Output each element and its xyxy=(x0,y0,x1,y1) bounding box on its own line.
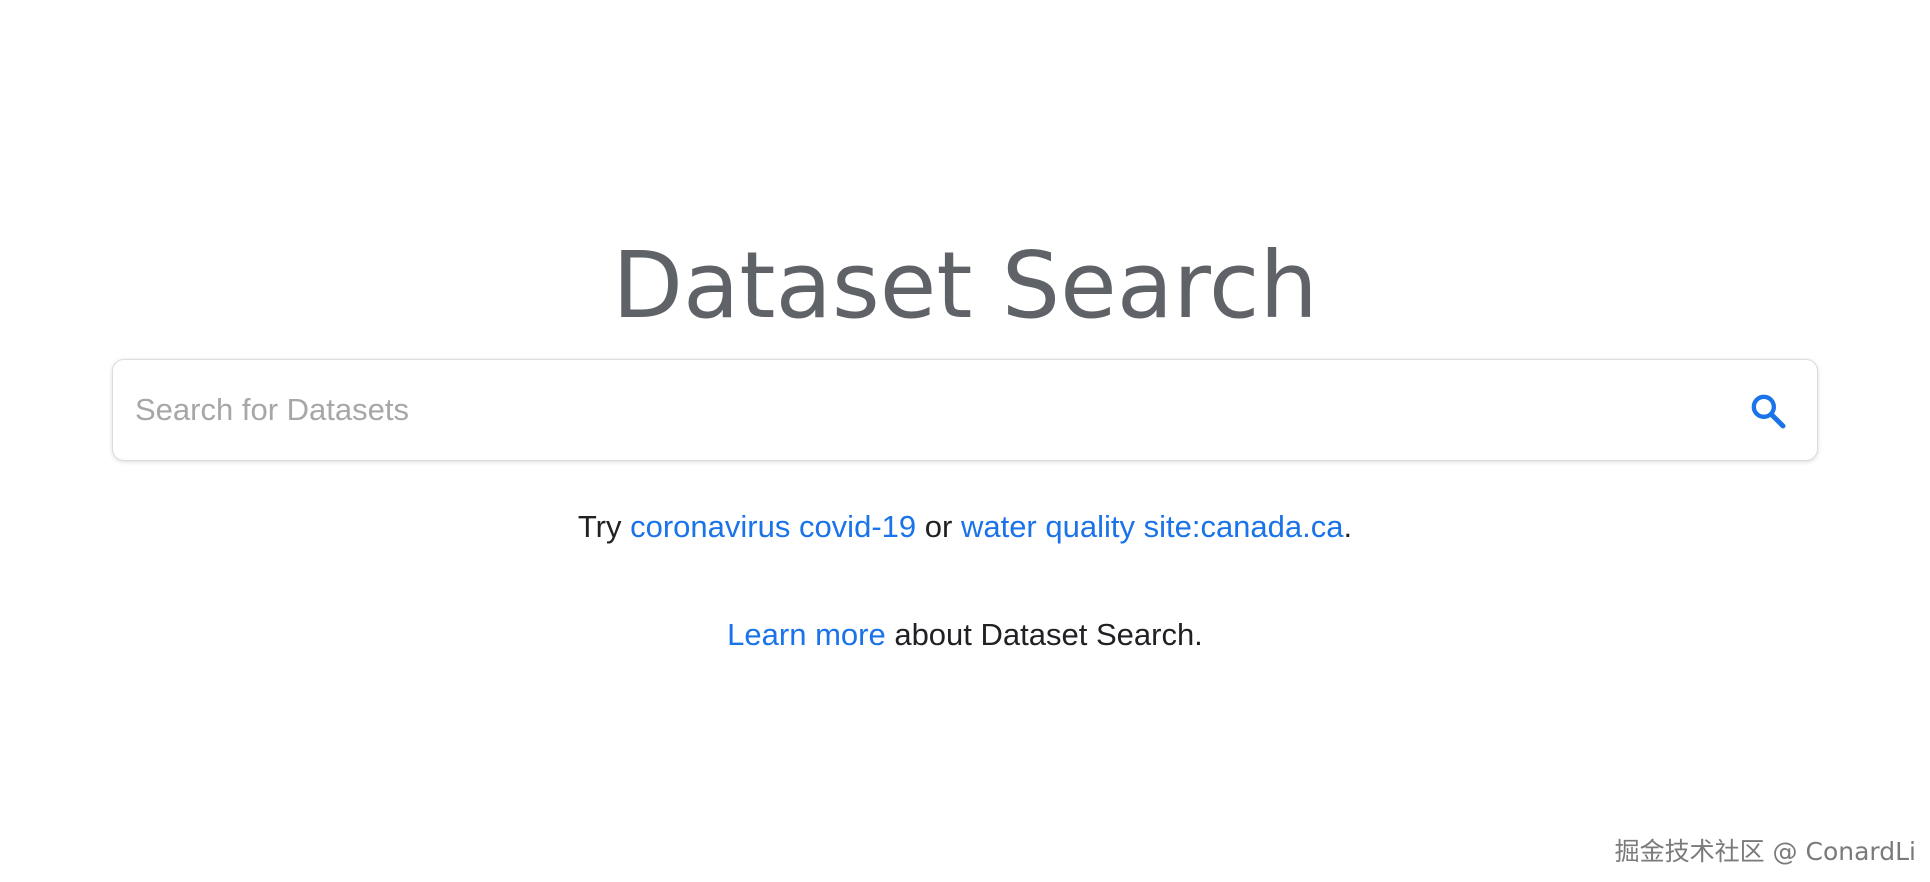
suggestion-link-covid[interactable]: coronavirus covid-19 xyxy=(630,509,916,544)
suggestions-prefix: Try xyxy=(577,509,622,544)
watermark: 掘金技术社区 @ ConardLi xyxy=(1614,837,1916,866)
learn-more-line: Learn more about Dataset Search. xyxy=(0,614,1930,656)
learn-more-text: about Dataset Search. xyxy=(894,617,1203,652)
suggestions-line: Try coronavirus covid-19 or water qualit… xyxy=(0,506,1930,548)
suggestions-middle: or xyxy=(924,509,953,544)
page: Dataset Search Try coronavirus covid-19 … xyxy=(0,0,1930,882)
search-icon xyxy=(1751,394,1786,429)
search-box[interactable] xyxy=(112,359,1818,461)
page-title: Dataset Search xyxy=(612,232,1318,339)
search-input[interactable] xyxy=(135,360,1695,460)
learn-more-link[interactable]: Learn more xyxy=(727,617,886,652)
suggestion-link-water-quality[interactable]: water quality site:canada.ca xyxy=(961,509,1344,544)
suggestions-suffix: . xyxy=(1343,509,1353,544)
search-button[interactable] xyxy=(1745,388,1791,434)
